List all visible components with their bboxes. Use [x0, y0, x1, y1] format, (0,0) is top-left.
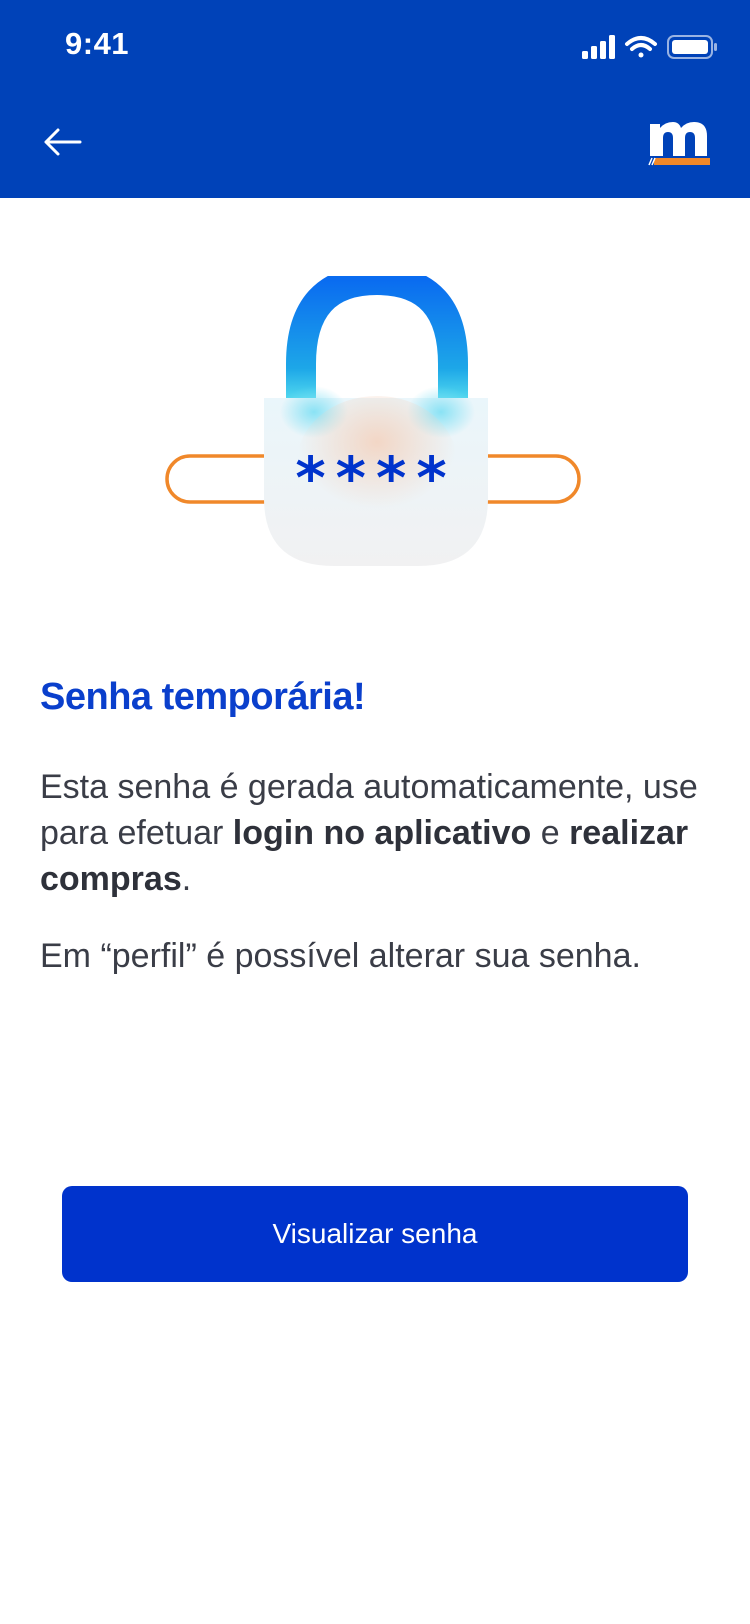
description-text-3: . [181, 860, 192, 898]
description-text-2: e [531, 814, 570, 852]
view-password-button[interactable]: Visualizar senha [62, 1186, 688, 1282]
arrow-left-icon [44, 128, 82, 156]
signal-icon [582, 35, 615, 59]
app-header: 9:41 [0, 0, 750, 198]
status-time: 9:41 [65, 26, 130, 61]
padlock-password-icon: **** [165, 276, 581, 566]
brand-logo [648, 122, 710, 166]
wifi-icon [625, 36, 657, 58]
status-icons [582, 35, 717, 59]
description-bold-login: login no aplicativo [232, 814, 532, 852]
profile-hint-text: Em “perfil” é possível alterar sua senha… [40, 937, 641, 975]
back-button[interactable] [32, 112, 92, 172]
page-title: Senha temporária! [40, 676, 366, 718]
battery-icon [667, 35, 717, 59]
masked-password: **** [295, 444, 456, 512]
description-paragraph: Esta senha é gerada automaticamente, use… [40, 764, 730, 902]
